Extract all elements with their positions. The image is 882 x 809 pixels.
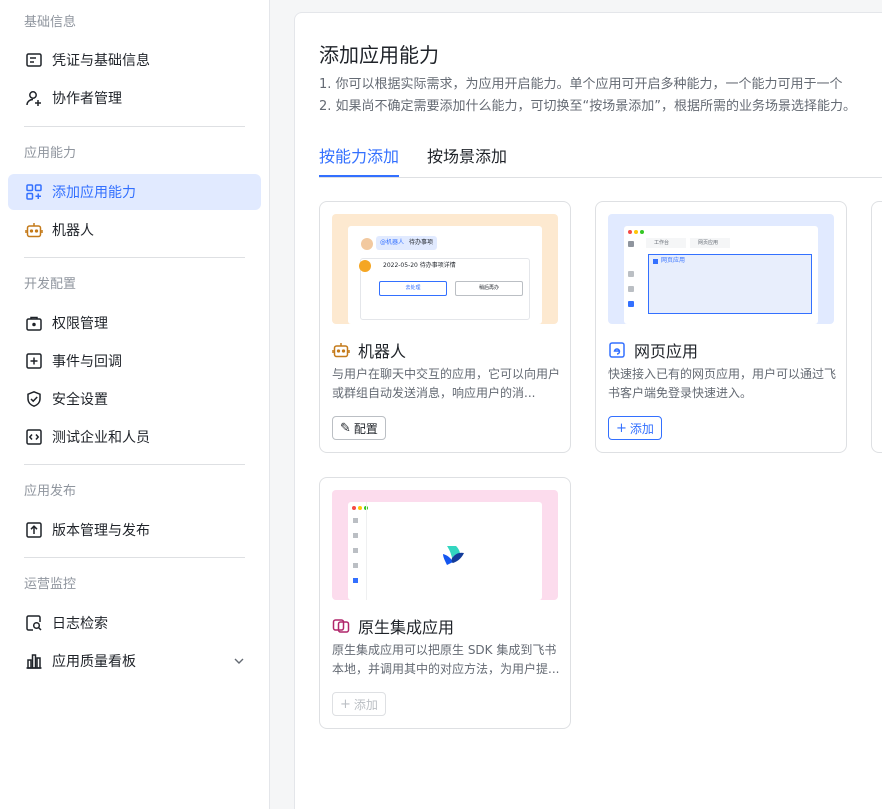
preview-later-button: 稍后再办	[455, 281, 523, 296]
sidebar-item-label: 添加应用能力	[52, 185, 136, 201]
preview-date-line: 2022-05-20 待办事项详情	[383, 262, 456, 269]
capability-card-robot[interactable]: @机器人 待办事项 2022-05-20 待办事项详情 去处理 稍后再办 机器人…	[319, 201, 571, 453]
description-line-1: 1. 你可以根据实际需求，为应用开启能力。单个应用可开启多种能力，一个能力可用于…	[319, 77, 843, 92]
sidebar-item-label: 机器人	[52, 223, 94, 239]
capability-card-native[interactable]: 原生集成应用 原生集成应用可以把原生 SDK 集成到飞书本地，并调用其中的对应方…	[319, 477, 571, 729]
sidebar-item-label: 日志检索	[52, 616, 108, 632]
group-title-dev-config: 开发配置	[24, 277, 77, 292]
tab-bar: 按能力添加 按场景添加	[319, 141, 882, 178]
add-native-app-button[interactable]: + 添加	[332, 692, 386, 716]
preview-handle-button: 去处理	[379, 281, 447, 296]
tab-by-capability[interactable]: 按能力添加	[319, 143, 399, 167]
sidebar-item-security[interactable]: 安全设置	[8, 381, 261, 417]
sidebar-item-add-capability[interactable]: 添加应用能力	[8, 174, 261, 210]
sidebar-item-label: 事件与回调	[52, 354, 122, 370]
web-app-icon	[608, 341, 626, 359]
sidebar-item-label: 权限管理	[52, 316, 108, 332]
capability-card-partial[interactable]	[871, 201, 882, 453]
capability-card-web-app[interactable]: 工作台 网页应用 网页应用 网页应用 快速接入已有的网页应用，用户可以通过飞书客…	[595, 201, 847, 453]
add-web-app-button[interactable]: + 添加	[608, 416, 662, 440]
divider	[24, 464, 245, 465]
robot-icon	[24, 220, 44, 240]
preview-bot-tag: @机器人	[380, 239, 405, 246]
configure-button[interactable]: ✎ 配置	[332, 416, 386, 440]
sidebar-item-quality-board[interactable]: 应用质量看板	[8, 643, 261, 679]
card-title: 网页应用	[608, 338, 698, 362]
log-search-icon	[24, 613, 44, 633]
sidebar-item-test-org[interactable]: 测试企业和人员	[8, 419, 261, 455]
sidebar-item-collaborators[interactable]: 协作者管理	[8, 80, 261, 116]
sidebar-item-credentials[interactable]: 凭证与基础信息	[8, 42, 261, 78]
group-title-monitoring: 运营监控	[24, 577, 77, 592]
web-app-preview-image: 工作台 网页应用 网页应用	[608, 214, 834, 324]
sidebar-item-label: 应用质量看板	[52, 654, 136, 670]
sidebar-item-versions[interactable]: 版本管理与发布	[8, 512, 261, 548]
tab-by-scenario[interactable]: 按场景添加	[427, 143, 507, 167]
card-description: 快速接入已有的网页应用，用户可以通过飞书客户端免登录快速进入。	[608, 367, 837, 400]
card-title: 原生集成应用	[332, 614, 454, 638]
page-title: 添加应用能力	[319, 43, 439, 67]
card-description: 与用户在聊天中交互的应用，它可以向用户或群组自动发送消息，响应用户的消...	[332, 367, 561, 400]
main-panel: 添加应用能力 1. 你可以根据实际需求，为应用开启能力。单个应用可开启多种能力，…	[294, 12, 882, 809]
event-icon	[24, 351, 44, 371]
card-description: 原生集成应用可以把原生 SDK 集成到飞书本地，并调用其中的对应方法，为用户提.…	[332, 643, 560, 676]
preview-window-label: 网页应用	[661, 257, 686, 264]
preview-tab-webapp: 网页应用	[690, 238, 730, 248]
robot-icon	[332, 341, 350, 359]
divider	[24, 257, 245, 258]
group-title-publish: 应用发布	[24, 484, 77, 499]
plus-icon: +	[340, 696, 351, 712]
feishu-logo-icon	[443, 546, 464, 565]
lock-box-icon	[24, 313, 44, 333]
sidebar-item-label: 协作者管理	[52, 91, 122, 107]
plus-icon: +	[616, 420, 627, 436]
grid-add-icon	[24, 182, 44, 202]
sidebar-item-permissions[interactable]: 权限管理	[8, 305, 261, 341]
bar-chart-icon	[24, 651, 44, 671]
sidebar-item-log-search[interactable]: 日志检索	[8, 605, 261, 641]
code-icon	[24, 427, 44, 447]
native-preview-image	[332, 490, 558, 600]
edit-icon: ✎	[340, 420, 351, 436]
divider	[24, 557, 245, 558]
description-line-2: 2. 如果尚不确定需要添加什么能力，可切换至“按场景添加”，根据所需的业务场景选…	[319, 99, 857, 114]
group-title-capabilities: 应用能力	[24, 146, 77, 161]
robot-preview-image: @机器人 待办事项 2022-05-20 待办事项详情 去处理 稍后再办	[332, 214, 558, 324]
sidebar: 基础信息 凭证与基础信息 协作者管理 应用能力 添加应用能力 机器人 开发配置 …	[0, 0, 270, 809]
sidebar-item-label: 安全设置	[52, 392, 108, 408]
preview-todo-label: 待办事项	[408, 239, 433, 246]
sidebar-item-robot[interactable]: 机器人	[8, 212, 261, 248]
preview-tab-workplace: 工作台	[646, 238, 686, 248]
card-title: 机器人	[332, 338, 406, 362]
tab-active-indicator	[319, 175, 399, 177]
chevron-down-icon[interactable]	[231, 653, 247, 669]
credential-icon	[24, 50, 44, 70]
divider	[24, 126, 245, 127]
sidebar-item-label: 测试企业和人员	[52, 430, 150, 446]
sidebar-item-label: 凭证与基础信息	[52, 53, 150, 69]
shield-icon	[24, 389, 44, 409]
native-app-icon	[332, 617, 350, 635]
sidebar-item-label: 版本管理与发布	[52, 523, 150, 539]
upload-icon	[24, 520, 44, 540]
group-title-basic: 基础信息	[24, 15, 77, 30]
add-user-icon	[24, 88, 44, 108]
sidebar-item-events[interactable]: 事件与回调	[8, 343, 261, 379]
